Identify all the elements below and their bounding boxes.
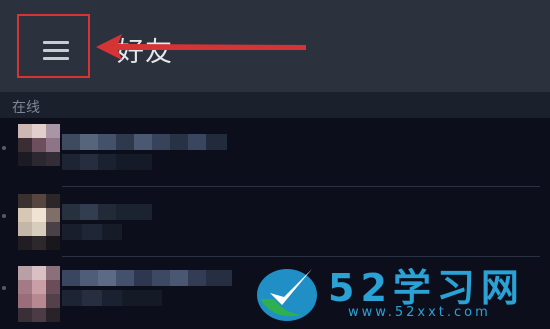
watermark: 52学习网 www.52xxt.com	[250, 255, 550, 329]
friend-row[interactable]	[0, 124, 550, 180]
row-divider	[62, 186, 540, 187]
section-header-online: 在线	[0, 92, 550, 118]
friend-name	[62, 134, 227, 150]
friend-name	[62, 204, 152, 220]
hamburger-menu-icon[interactable]	[43, 41, 69, 65]
friend-status	[62, 154, 152, 170]
annotation-arrow	[96, 34, 306, 60]
status-dot	[2, 146, 6, 150]
friend-row[interactable]	[0, 194, 550, 250]
avatar	[18, 124, 60, 166]
watermark-logo-icon	[257, 269, 317, 321]
friend-status	[62, 290, 162, 306]
watermark-text: 52学习网	[328, 266, 525, 310]
watermark-url: www.52xxt.com	[348, 305, 491, 320]
section-label: 在线	[12, 100, 40, 116]
menu-button-highlight[interactable]	[17, 14, 90, 78]
avatar	[18, 266, 60, 322]
friend-status	[62, 224, 122, 240]
app-header: 好友	[0, 0, 550, 92]
status-dot	[2, 214, 6, 218]
avatar	[18, 194, 60, 250]
status-dot	[2, 286, 6, 290]
friend-name	[62, 270, 232, 286]
